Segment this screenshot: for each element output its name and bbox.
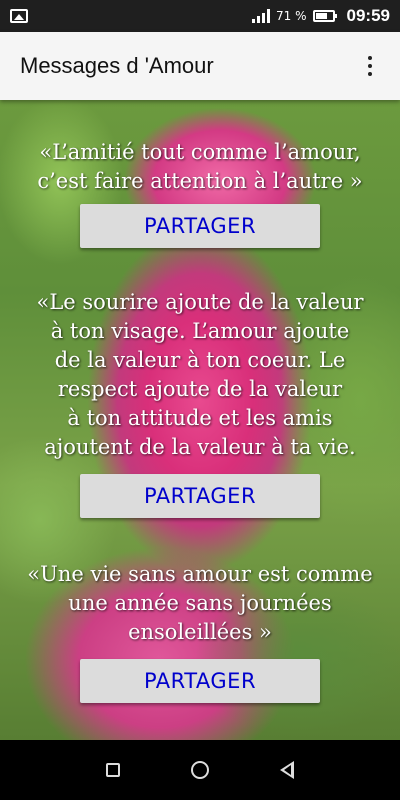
back-icon[interactable]: [280, 761, 295, 779]
quote-text: «Une vie sans amour est comme une année …: [27, 562, 373, 644]
app-bar: Messages d 'Amour: [0, 32, 400, 100]
quote-text: «Le sourire ajoute de la valeur à ton vi…: [36, 290, 364, 459]
navigation-bar: [0, 740, 400, 800]
clock: 09:59: [346, 6, 390, 25]
recents-icon[interactable]: [105, 763, 120, 777]
share-button[interactable]: PARTAGER: [80, 474, 320, 518]
overflow-menu-icon[interactable]: [360, 52, 380, 80]
share-button[interactable]: PARTAGER: [80, 659, 320, 703]
quotes-list[interactable]: «L’amitié tout comme l’amour, c’est fair…: [0, 100, 400, 740]
battery-percentage: 71 %: [276, 9, 307, 23]
quote-text: «L’amitié tout comme l’amour, c’est fair…: [37, 140, 363, 193]
quote-card: «Une vie sans amour est comme une année …: [0, 560, 400, 703]
quote-card: «Le sourire ajoute de la valeur à ton vi…: [0, 288, 400, 518]
share-button[interactable]: PARTAGER: [80, 204, 320, 248]
home-icon[interactable]: [190, 761, 209, 779]
image-icon: [10, 9, 28, 23]
signal-icon: [252, 9, 271, 23]
battery-icon: [312, 10, 337, 22]
status-bar: 71 % 09:59: [0, 0, 400, 32]
app-title: Messages d 'Amour: [20, 53, 214, 78]
quote-card: «L’amitié tout comme l’amour, c’est fair…: [0, 138, 400, 248]
